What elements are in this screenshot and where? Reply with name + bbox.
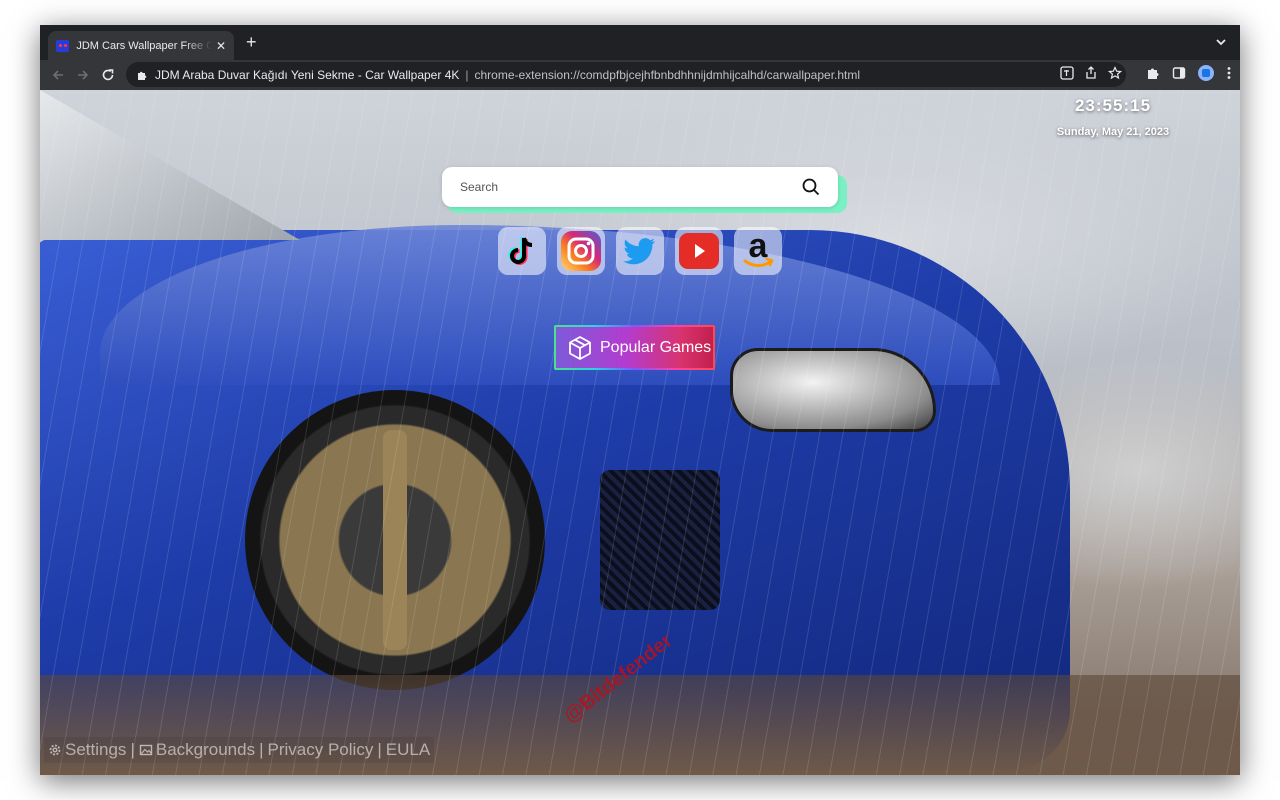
shortcut-amazon[interactable]: a	[734, 227, 782, 275]
tab-strip: JDM Cars Wallpaper Free Chrome Extension…	[40, 25, 1240, 60]
reload-icon	[102, 69, 114, 81]
new-tab-button[interactable]: +	[246, 32, 257, 53]
amazon-icon: a	[743, 230, 774, 267]
youtube-icon	[679, 233, 719, 269]
kebab-menu-icon[interactable]	[1226, 66, 1232, 80]
side-panel-icon[interactable]	[1172, 66, 1186, 80]
tab-favicon-icon	[56, 39, 70, 52]
omnibox-separator: |	[465, 67, 469, 82]
image-icon	[139, 744, 153, 756]
toolbar-right	[1146, 65, 1232, 81]
settings-label: Settings	[65, 740, 127, 759]
reload-button[interactable]	[98, 65, 118, 85]
footer-separator: |	[130, 740, 135, 759]
chevron-down-icon[interactable]	[1214, 35, 1228, 49]
footer-separator: |	[377, 740, 382, 759]
search-button[interactable]	[800, 176, 822, 198]
footer-links: Settings | Backgrounds | Privacy Policy …	[44, 737, 435, 763]
clock-time: 23:55:15	[1074, 96, 1152, 115]
bookmark-star-icon[interactable]	[1108, 66, 1122, 80]
shortcut-instagram[interactable]	[557, 227, 605, 275]
shortcut-list: a	[498, 227, 782, 275]
browser-toolbar: JDM Araba Duvar Kağıdı Yeni Sekme - Car …	[40, 60, 1240, 90]
cube-icon	[569, 335, 591, 360]
search-box	[442, 167, 838, 207]
arrow-left-icon	[52, 70, 63, 80]
omnibox-actions	[1060, 66, 1122, 80]
shortcut-twitter[interactable]	[616, 227, 664, 275]
gear-icon	[49, 744, 61, 756]
popular-games-inner: Popular Games	[556, 327, 713, 368]
extension-puzzle-icon	[138, 71, 147, 80]
tab-title: JDM Cars Wallpaper Free Chrome Extension	[76, 39, 212, 52]
footer-separator: |	[259, 740, 264, 759]
instagram-icon	[561, 231, 601, 271]
url-text: chrome-extension://comdpfbjcejhfbnbdhhni…	[474, 67, 861, 82]
shortcut-tiktok[interactable]	[498, 227, 546, 275]
browser-window: JDM Cars Wallpaper Free Chrome Extension…	[40, 25, 1240, 775]
popular-games-button[interactable]: Popular Games	[554, 325, 715, 370]
forward-button[interactable]	[73, 65, 93, 85]
search-input[interactable]	[458, 179, 800, 195]
popular-games-label: Popular Games	[600, 338, 712, 356]
new-tab-page: 23:55:15 Sunday, May 21, 2023 Search a P…	[40, 90, 1240, 775]
privacy-policy-link[interactable]: Privacy Policy	[268, 740, 374, 760]
arrow-right-icon	[78, 70, 89, 80]
extensions-icon[interactable]	[1146, 66, 1160, 80]
clock-date: Sunday, May 21, 2023	[1056, 126, 1170, 138]
twitter-icon	[623, 238, 655, 265]
settings-link[interactable]: Settings	[48, 740, 126, 760]
profile-avatar[interactable]	[1198, 65, 1214, 81]
tiktok-icon	[508, 237, 533, 265]
eula-link[interactable]: EULA	[386, 740, 430, 760]
shortcut-youtube[interactable]	[675, 227, 723, 275]
svg-text:a: a	[749, 230, 769, 265]
translate-icon[interactable]	[1060, 66, 1074, 80]
page-title-in-omnibox: JDM Araba Duvar Kağıdı Yeni Sekme - Car …	[155, 67, 460, 82]
address-bar[interactable]: JDM Araba Duvar Kağıdı Yeni Sekme - Car …	[126, 62, 1126, 87]
back-button[interactable]	[48, 65, 68, 85]
share-icon[interactable]	[1084, 66, 1098, 80]
backgrounds-label: Backgrounds	[155, 740, 256, 759]
search-icon	[802, 178, 820, 196]
backgrounds-link[interactable]: Backgrounds	[139, 740, 255, 760]
active-tab[interactable]: JDM Cars Wallpaper Free Chrome Extension…	[48, 31, 234, 60]
tab-close-icon[interactable]: ✕	[216, 39, 226, 53]
